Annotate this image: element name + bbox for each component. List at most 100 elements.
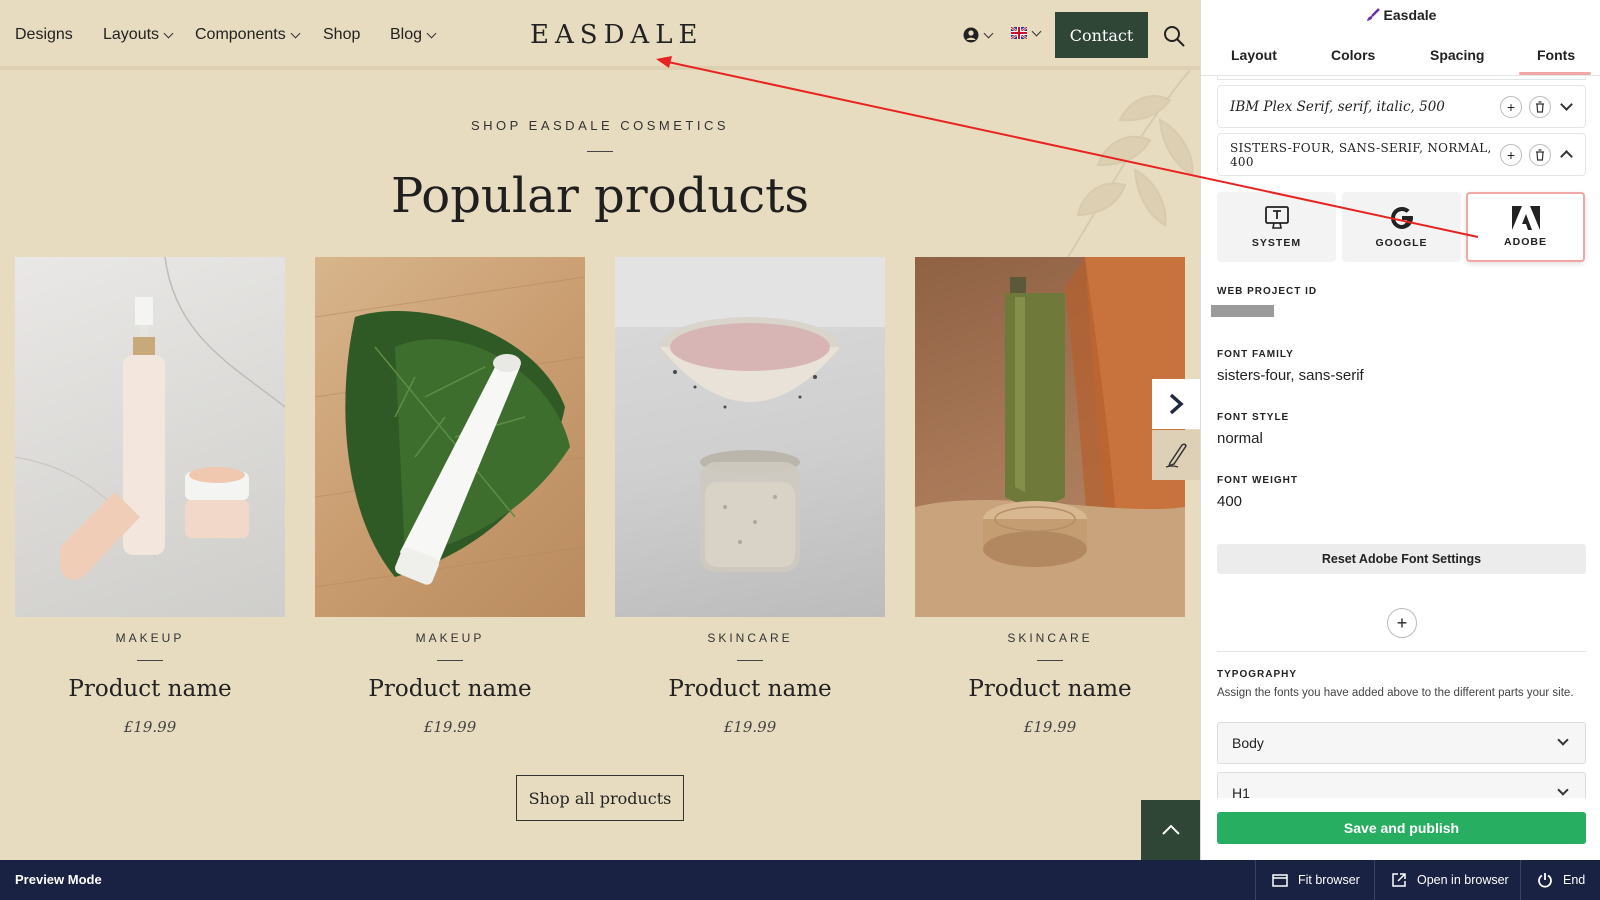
product-card[interactable]: MAKEUP Product name £19.99: [15, 257, 285, 736]
nav-blog[interactable]: Blog: [390, 26, 437, 44]
nav-label: Shop: [323, 26, 361, 43]
reset-adobe-font-button[interactable]: Reset Adobe Font Settings: [1217, 544, 1586, 574]
font-family-value[interactable]: sisters-four, sans-serif: [1217, 367, 1364, 384]
site-preview: Designs Layouts Components Shop Blog EAS…: [0, 0, 1200, 860]
font-source-system[interactable]: SYSTEM: [1217, 192, 1336, 262]
language-menu[interactable]: [1011, 26, 1042, 39]
nav-designs[interactable]: Designs: [15, 26, 73, 44]
divider: [437, 660, 463, 661]
source-label: SYSTEM: [1251, 237, 1302, 249]
chevron-up-icon: [1161, 824, 1180, 835]
panel-title: Easdale: [1201, 7, 1600, 23]
divider: [137, 660, 163, 661]
chevron-up-icon[interactable]: [1560, 150, 1573, 163]
trash-icon[interactable]: [1529, 143, 1551, 166]
shop-all-products-button[interactable]: Shop all products: [516, 775, 684, 821]
product-image[interactable]: [615, 257, 885, 617]
add-font-button[interactable]: +: [1387, 608, 1417, 638]
font-entry-row[interactable]: SISTERS-FOUR, SANS-SERIF, NORMAL, 400 +: [1217, 133, 1586, 176]
editor-panel: Easdale Layout Colors Spacing Fonts IBM …: [1200, 0, 1600, 860]
divider: [1217, 651, 1586, 652]
product-name[interactable]: Product name: [915, 676, 1185, 702]
font-entry-label: SISTERS-FOUR, SANS-SERIF, NORMAL, 400: [1230, 140, 1492, 169]
edit-block-button[interactable]: [1152, 430, 1200, 480]
product-image[interactable]: [15, 257, 285, 617]
font-source-adobe[interactable]: ADOBE: [1466, 192, 1585, 262]
product-name[interactable]: Product name: [15, 676, 285, 702]
product-card[interactable]: SKINCARE Product name £19.99: [915, 257, 1185, 736]
tab-colors[interactable]: Colors: [1331, 47, 1375, 63]
window-icon: [1272, 873, 1288, 887]
product-name[interactable]: Product name: [615, 676, 885, 702]
power-icon: [1538, 873, 1552, 888]
save-bar: Save and publish: [1201, 798, 1600, 860]
trash-icon[interactable]: [1529, 95, 1551, 118]
save-and-publish-button[interactable]: Save and publish: [1217, 812, 1586, 844]
divider: [737, 660, 763, 661]
font-source-google[interactable]: GOOGLE: [1342, 192, 1461, 262]
select-body[interactable]: Body: [1217, 722, 1586, 764]
open-in-browser-button[interactable]: Open in browser: [1374, 860, 1525, 900]
section-title: Popular products: [390, 168, 810, 224]
panel-title-text: Easdale: [1383, 7, 1437, 23]
nav-label: Designs: [15, 26, 73, 43]
adobe-icon: [1511, 206, 1540, 230]
divider: [1037, 660, 1063, 661]
account-menu[interactable]: [963, 27, 994, 43]
search-icon[interactable]: [1162, 24, 1186, 48]
section-eyebrow: SHOP EASDALE COSMETICS: [470, 118, 730, 133]
chevron-down-icon: [983, 28, 994, 38]
site-logo[interactable]: EASDALE: [530, 20, 703, 50]
web-project-id-label: WEB PROJECT ID: [1217, 286, 1318, 297]
brush-icon: [1366, 8, 1380, 21]
scroll-to-top-button[interactable]: [1141, 800, 1200, 860]
product-price: £19.99: [1023, 718, 1077, 736]
font-weight-label: FONT WEIGHT: [1217, 475, 1298, 486]
product-card[interactable]: MAKEUP Product name £19.99: [315, 257, 585, 736]
chevron-down-icon[interactable]: [1560, 98, 1573, 111]
tab-fonts[interactable]: Fonts: [1537, 47, 1575, 63]
active-tab-indicator: [1519, 72, 1591, 75]
product-name[interactable]: Product name: [315, 676, 585, 702]
font-row-remnant: [1217, 76, 1586, 80]
main-nav: Designs Layouts Components Shop Blog EAS…: [0, 0, 1200, 70]
typography-description: Assign the fonts you have added above to…: [1217, 687, 1574, 699]
product-price: £19.99: [123, 718, 177, 736]
chevron-down-icon: [290, 28, 301, 38]
product-image[interactable]: [315, 257, 585, 617]
nav-label: Blog: [390, 26, 423, 43]
product-card[interactable]: SKINCARE Product name £19.99: [615, 257, 885, 736]
select-label: Body: [1232, 735, 1264, 751]
chevron-down-icon: [1557, 734, 1569, 746]
product-category: MAKEUP: [415, 631, 485, 645]
carousel-next-button[interactable]: [1152, 379, 1200, 429]
product-price: £19.99: [423, 718, 477, 736]
nav-components[interactable]: Components: [195, 26, 301, 44]
fit-browser-label: Fit browser: [1298, 873, 1360, 887]
nav-layouts[interactable]: Layouts: [103, 26, 174, 44]
leaf-decoration-icon: [1059, 69, 1194, 270]
tab-layout[interactable]: Layout: [1231, 47, 1277, 63]
plus-icon[interactable]: +: [1500, 143, 1522, 166]
chevron-down-icon: [163, 28, 174, 38]
fit-browser-button[interactable]: Fit browser: [1255, 860, 1376, 900]
external-link-icon: [1392, 873, 1406, 887]
font-entry-row[interactable]: IBM Plex Serif, serif, italic, 500 +: [1217, 85, 1586, 128]
product-category: SKINCARE: [707, 631, 793, 645]
product-image[interactable]: [915, 257, 1185, 617]
product-price: £19.99: [723, 718, 777, 736]
source-label: ADOBE: [1504, 236, 1547, 248]
font-weight-value[interactable]: 400: [1217, 493, 1242, 510]
font-style-value[interactable]: normal: [1217, 430, 1263, 447]
tab-spacing[interactable]: Spacing: [1430, 47, 1484, 63]
nav-shop[interactable]: Shop: [323, 26, 360, 44]
font-family-label: FONT FAMILY: [1217, 349, 1294, 360]
plus-icon: +: [1396, 612, 1408, 633]
divider: [587, 151, 613, 152]
end-preview-button[interactable]: End: [1520, 860, 1600, 900]
redacted-value[interactable]: [1211, 305, 1274, 317]
contact-button[interactable]: Contact: [1055, 12, 1148, 58]
plus-icon[interactable]: +: [1500, 95, 1522, 118]
font-style-label: FONT STYLE: [1217, 412, 1290, 423]
pen-icon: [1165, 443, 1187, 468]
